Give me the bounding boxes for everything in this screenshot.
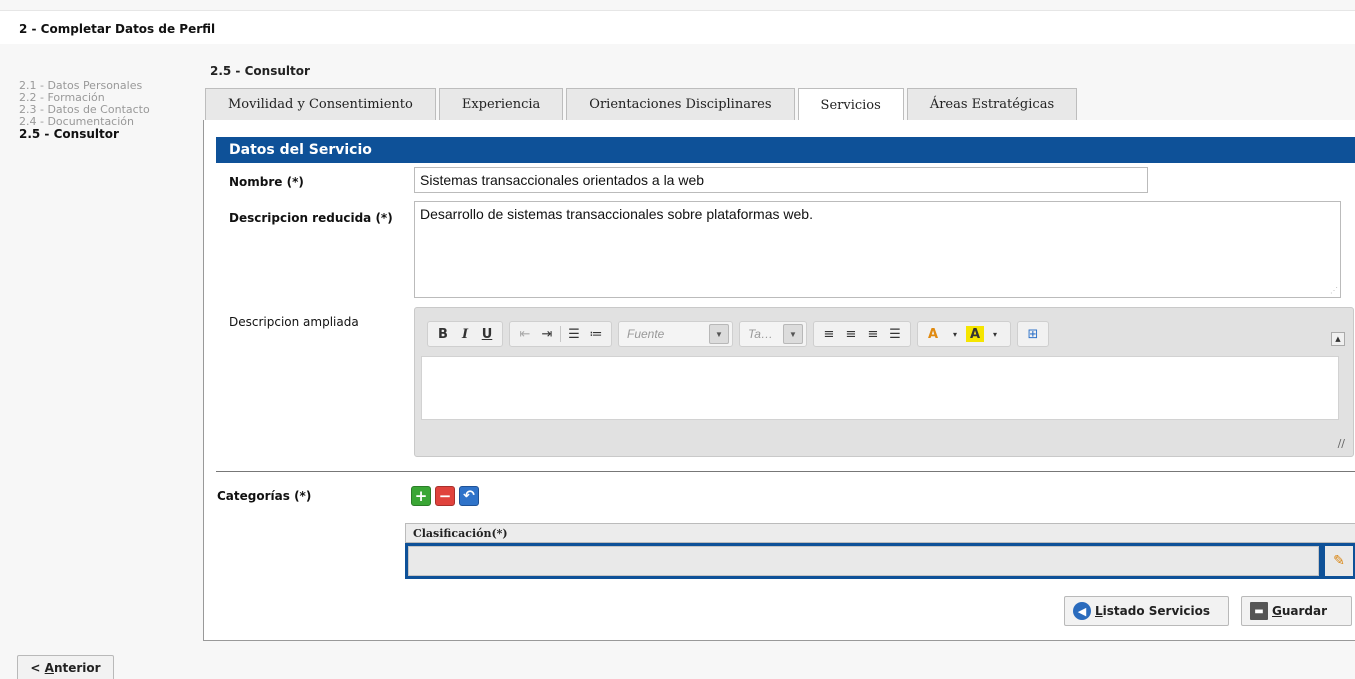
form-section-header: Datos del Servicio [216, 137, 1355, 163]
italic-button[interactable]: I [454, 323, 476, 345]
maximize-icon[interactable]: ⊞ [1022, 323, 1044, 345]
format-group: B I U [427, 321, 503, 347]
chevron-down-icon: ▼ [709, 324, 729, 344]
tab-areas-estrategicas[interactable]: Áreas Estratégicas [906, 88, 1078, 120]
color-group: A ▾ A ▾ [917, 321, 1011, 347]
tab-servicios[interactable]: Servicios [797, 88, 904, 121]
resize-grip-icon[interactable]: ∕∕ [1338, 437, 1345, 450]
page-title: 2 - Completar Datos de Perfil [19, 22, 216, 36]
nombre-label: Nombre (*) [229, 175, 304, 189]
listado-servicios-button[interactable]: ◀ Listado Servicios [1064, 596, 1229, 626]
anterior-label: nterior [53, 661, 101, 675]
guardar-key: G [1272, 604, 1282, 618]
edit-icon[interactable]: ✎ [1325, 546, 1353, 576]
align-group: ≡ ≡ ≡ ☰ [813, 321, 911, 347]
chevron-down-icon[interactable]: ▾ [944, 323, 966, 345]
page: 2 - Completar Datos de Perfil 2.1 - Dato… [0, 0, 1355, 679]
rich-text-editor: B I U ⇤ ⇥ ☰ ≔ Fuente ▼ Ta… ▼ ≡ ≡ ≡ ☰ A ▾… [414, 307, 1354, 457]
bold-button[interactable]: B [432, 323, 454, 345]
editor-toolbar: B I U ⇤ ⇥ ☰ ≔ Fuente ▼ Ta… ▼ ≡ ≡ ≡ ☰ A ▾… [427, 320, 1055, 348]
listado-label: istado Servicios [1102, 604, 1211, 618]
bg-color-icon[interactable]: A [966, 326, 984, 342]
nombre-field[interactable]: Sistemas transaccionales orientados a la… [414, 167, 1148, 193]
separator [560, 326, 561, 342]
undo-icon[interactable]: ↶ [459, 486, 479, 506]
save-icon: ▬ [1250, 602, 1268, 620]
tab-bar: Movilidad y Consentimiento Experiencia O… [205, 88, 1080, 121]
resize-grip-icon[interactable]: ⋰ [1330, 287, 1338, 295]
text-color-icon[interactable]: A [922, 323, 944, 345]
editor-content-area[interactable] [421, 356, 1339, 420]
steps-nav: 2.1 - Datos Personales 2.2 - Formación 2… [19, 80, 199, 141]
clasificacion-cell[interactable] [408, 546, 1319, 576]
anterior-key: A [44, 661, 54, 675]
numbered-list-icon[interactable]: ☰ [563, 323, 585, 345]
align-left-icon[interactable]: ≡ [818, 323, 840, 345]
descripcion-reducida-field[interactable]: Desarrollo de sistemas transaccionales s… [414, 201, 1341, 298]
guardar-button[interactable]: ▬ Guardar [1241, 596, 1352, 626]
align-right-icon[interactable]: ≡ [862, 323, 884, 345]
add-icon[interactable]: + [411, 486, 431, 506]
anterior-button[interactable]: < Anterior [17, 655, 114, 679]
chevron-down-icon: ▼ [783, 324, 803, 344]
indent-icon[interactable]: ⇥ [536, 323, 558, 345]
step-consultor[interactable]: 2.5 - Consultor [19, 128, 199, 140]
tab-movilidad[interactable]: Movilidad y Consentimiento [205, 88, 436, 120]
bulleted-list-icon[interactable]: ≔ [585, 323, 607, 345]
font-select[interactable]: Fuente ▼ [618, 321, 733, 347]
font-select-value: Fuente [627, 327, 665, 341]
categorias-label: Categorías (*) [217, 489, 312, 503]
categorias-actions: + − ↶ [411, 486, 479, 506]
tab-experiencia[interactable]: Experiencia [438, 88, 564, 120]
tab-orientaciones[interactable]: Orientaciones Disciplinares [566, 88, 795, 120]
top-bar: 2 - Completar Datos de Perfil [0, 10, 1355, 44]
collapse-toolbar-icon[interactable]: ▲ [1331, 332, 1345, 346]
grid-column-header: Clasificación(*) [405, 523, 1355, 543]
divider [216, 471, 1355, 472]
maximize-group: ⊞ [1017, 321, 1049, 347]
size-select[interactable]: Ta… ▼ [739, 321, 807, 347]
descripcion-reducida-label: Descripcion reducida (*) [229, 211, 393, 225]
back-arrow-icon: ◀ [1073, 602, 1091, 620]
servicios-panel: Datos del Servicio Nombre (*) Sistemas t… [203, 120, 1355, 641]
descripcion-ampliada-label: Descripcion ampliada [229, 315, 359, 329]
section-title: 2.5 - Consultor [210, 64, 310, 78]
size-select-value: Ta… [748, 327, 773, 341]
underline-button[interactable]: U [476, 323, 498, 345]
anterior-prefix: < [30, 661, 45, 675]
list-group: ⇤ ⇥ ☰ ≔ [509, 321, 612, 347]
outdent-icon[interactable]: ⇤ [514, 323, 536, 345]
descripcion-reducida-value: Desarrollo de sistemas transaccionales s… [420, 206, 813, 222]
guardar-label: uardar [1281, 604, 1328, 618]
chevron-down-icon[interactable]: ▾ [984, 323, 1006, 345]
align-center-icon[interactable]: ≡ [840, 323, 862, 345]
align-justify-icon[interactable]: ☰ [884, 323, 906, 345]
listado-key: L [1095, 604, 1103, 618]
table-row[interactable]: ✎ [405, 543, 1355, 579]
remove-icon[interactable]: − [435, 486, 455, 506]
